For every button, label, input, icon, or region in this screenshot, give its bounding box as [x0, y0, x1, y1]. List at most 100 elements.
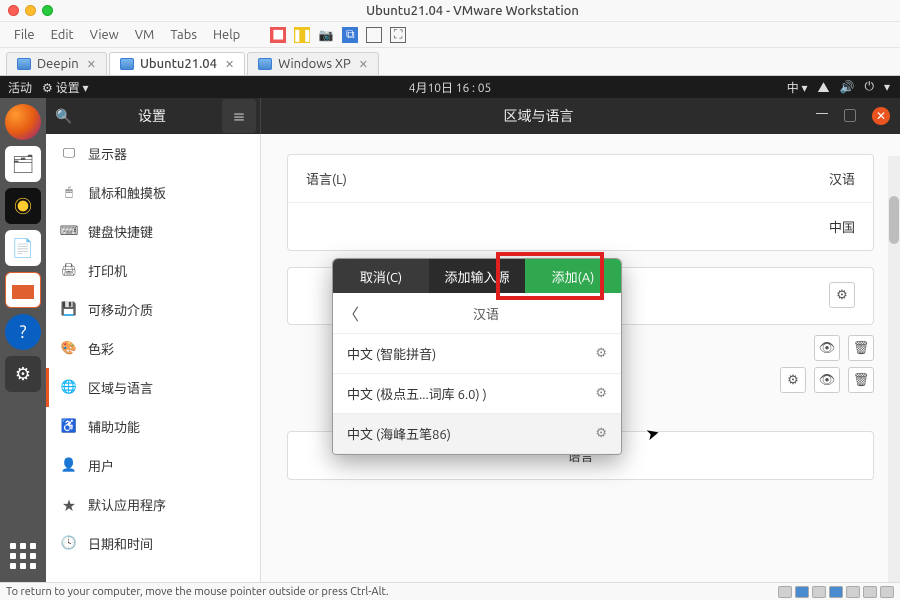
search-icon[interactable]: 🔍 — [46, 98, 82, 134]
clock[interactable]: 4月10日 16 : 05 — [409, 82, 492, 95]
sidebar-item-icon: ♿ — [60, 419, 78, 434]
system-menu-caret-icon[interactable]: ▾ — [884, 80, 890, 94]
close-tab-icon[interactable]: ✕ — [359, 58, 368, 71]
close-tab-icon[interactable]: ✕ — [87, 58, 96, 71]
suspend-icon[interactable]: ❚❚ — [294, 27, 310, 43]
minimize-window-icon[interactable] — [25, 5, 36, 16]
sidebar-item-icon: 󠀠🖵 — [60, 146, 78, 161]
vm-icon — [120, 58, 134, 70]
configure-icon[interactable]: ⚙ — [595, 426, 607, 441]
input-source-option[interactable]: 中文 (智能拼音) ⚙ — [333, 334, 621, 374]
device-hdd-icon[interactable] — [778, 586, 792, 598]
language-row[interactable]: 语言(L) 汉语 — [288, 155, 873, 203]
menu-tabs[interactable]: Tabs — [164, 25, 203, 45]
sidebar-item-label: 可移动介质 — [88, 300, 153, 319]
menu-view[interactable]: View — [84, 25, 125, 45]
activities-button[interactable]: 活动 — [8, 79, 32, 96]
fullscreen-icon[interactable] — [366, 27, 382, 43]
unity-icon[interactable]: ⛶ — [390, 27, 406, 43]
format-row[interactable]: 中国 — [288, 203, 873, 250]
sidebar-item[interactable]: 👤用户 — [46, 446, 260, 485]
dock-files[interactable]: 🗂 — [5, 146, 41, 182]
dock-settings[interactable]: ⚙ — [5, 356, 41, 392]
vmware-tabstrip: Deepin ✕ Ubuntu21.04 ✕ Windows XP ✕ — [0, 48, 900, 76]
network-icon[interactable]: ▲ — [818, 79, 830, 96]
sidebar-item-icon: ⌨ — [60, 224, 78, 239]
sidebar-item[interactable]: 🖱鼠标和触摸板 — [46, 173, 260, 212]
statusbar-hint: To return to your computer, move the mou… — [6, 586, 389, 598]
device-display-icon[interactable] — [880, 586, 894, 598]
device-printer-icon[interactable] — [863, 586, 877, 598]
dock-rhythmbox[interactable]: ◉ — [5, 188, 41, 224]
view-icon[interactable]: 👁 — [814, 367, 840, 393]
dock-help[interactable]: ? — [5, 314, 41, 350]
device-usb-icon[interactable] — [829, 586, 843, 598]
snapshot-icon[interactable]: 📷 — [318, 27, 334, 43]
input-source-option[interactable]: 中文 (极点五...词库 6.0) ) ⚙ — [333, 374, 621, 414]
sidebar-item[interactable]: ⌨键盘快捷键 — [46, 212, 260, 251]
view-icon[interactable]: 👁 — [814, 335, 840, 361]
sidebar-item[interactable]: 󠀠🖵显示器 — [46, 134, 260, 173]
sidebar-item-label: 用户 — [88, 456, 114, 475]
sidebar-item[interactable]: ♿辅助功能 — [46, 407, 260, 446]
snapshot-manager-icon[interactable]: ⧉ — [342, 27, 358, 43]
sidebar-item-icon: 🎨 — [60, 341, 78, 356]
hamburger-menu-icon[interactable]: ≡ — [222, 99, 256, 133]
power-off-icon[interactable]: ■ — [270, 27, 286, 43]
settings-headerbar: 🔍 设置 ≡ 区域与语言 — ▢ ✕ — [46, 98, 900, 134]
input-source-options-icon[interactable]: ⚙ — [829, 282, 855, 308]
device-cd-icon[interactable] — [795, 586, 809, 598]
close-icon[interactable]: ✕ — [872, 107, 890, 125]
configure-icon[interactable]: ⚙ — [595, 346, 607, 361]
sidebar-item[interactable]: 💾可移动介质 — [46, 290, 260, 329]
app-menu[interactable]: 设置 ▾ — [42, 79, 89, 96]
close-tab-icon[interactable]: ✕ — [225, 58, 234, 71]
vm-tab-label: Windows XP — [278, 57, 351, 71]
device-net-icon[interactable] — [812, 586, 826, 598]
delete-icon[interactable]: 🗑 — [848, 367, 874, 393]
ubuntu-dock: 🗂 ◉ 📄 ? ⚙ — [0, 98, 46, 582]
zoom-window-icon[interactable] — [42, 5, 53, 16]
maximize-icon[interactable]: ▢ — [844, 107, 856, 125]
sidebar-item-icon: 🕓 — [60, 536, 78, 551]
sidebar-item-icon: ★ — [60, 495, 78, 514]
sidebar-item[interactable]: 🖨打印机 — [46, 251, 260, 290]
close-window-icon[interactable] — [8, 5, 19, 16]
input-source-option-selected[interactable]: 中文 (海峰五笔86) ⚙ — [333, 414, 621, 454]
minimize-icon[interactable]: — — [816, 107, 828, 125]
power-icon[interactable]: ⏻ — [864, 80, 874, 94]
sidebar-item[interactable]: 🕓日期和时间 — [46, 524, 260, 563]
cancel-button[interactable]: 取消(C) — [333, 259, 429, 293]
sidebar-item[interactable]: 🌐区域与语言 — [46, 368, 260, 407]
scrollbar-thumb[interactable] — [889, 196, 899, 244]
configure-icon[interactable]: ⚙ — [595, 386, 607, 401]
back-icon[interactable]: 〈 — [343, 301, 361, 325]
format-value: 中国 — [829, 217, 855, 236]
menu-help[interactable]: Help — [207, 25, 246, 45]
vmware-menubar: File Edit View VM Tabs Help ■ ❚❚ 📷 ⧉ ⛶ — [0, 22, 900, 48]
input-source-label: 中文 (智能拼音) — [347, 344, 436, 363]
dock-firefox[interactable] — [5, 104, 41, 140]
gear-icon[interactable]: ⚙ — [780, 367, 806, 393]
menu-file[interactable]: File — [8, 25, 41, 45]
add-button[interactable]: 添加(A) — [525, 259, 621, 293]
sidebar-item[interactable]: 🎨 色彩 — [46, 329, 260, 368]
dock-libreoffice[interactable]: 📄 — [5, 230, 41, 266]
volume-icon[interactable]: 🔊 — [840, 80, 855, 94]
vm-tab-label: Ubuntu21.04 — [140, 57, 217, 71]
dock-show-apps[interactable] — [5, 538, 41, 574]
sidebar-item-icon: 🖱 — [60, 185, 78, 200]
dialog-language-row[interactable]: 〈 汉语 — [333, 293, 621, 334]
input-language-indicator[interactable]: 中 ▾ — [787, 79, 808, 96]
dock-software[interactable] — [5, 272, 41, 308]
vm-tab-winxp[interactable]: Windows XP ✕ — [247, 52, 379, 75]
menu-vm[interactable]: VM — [129, 25, 161, 45]
sidebar-item[interactable]: ★默认应用程序 — [46, 485, 260, 524]
vm-tab-deepin[interactable]: Deepin ✕ — [6, 52, 107, 75]
device-sound-icon[interactable] — [846, 586, 860, 598]
scrollbar-track[interactable] — [888, 156, 900, 582]
vm-tab-ubuntu[interactable]: Ubuntu21.04 ✕ — [109, 52, 245, 75]
delete-icon[interactable]: 🗑 — [848, 335, 874, 361]
sidebar-item-label: 色彩 — [88, 339, 114, 358]
menu-edit[interactable]: Edit — [45, 25, 80, 45]
